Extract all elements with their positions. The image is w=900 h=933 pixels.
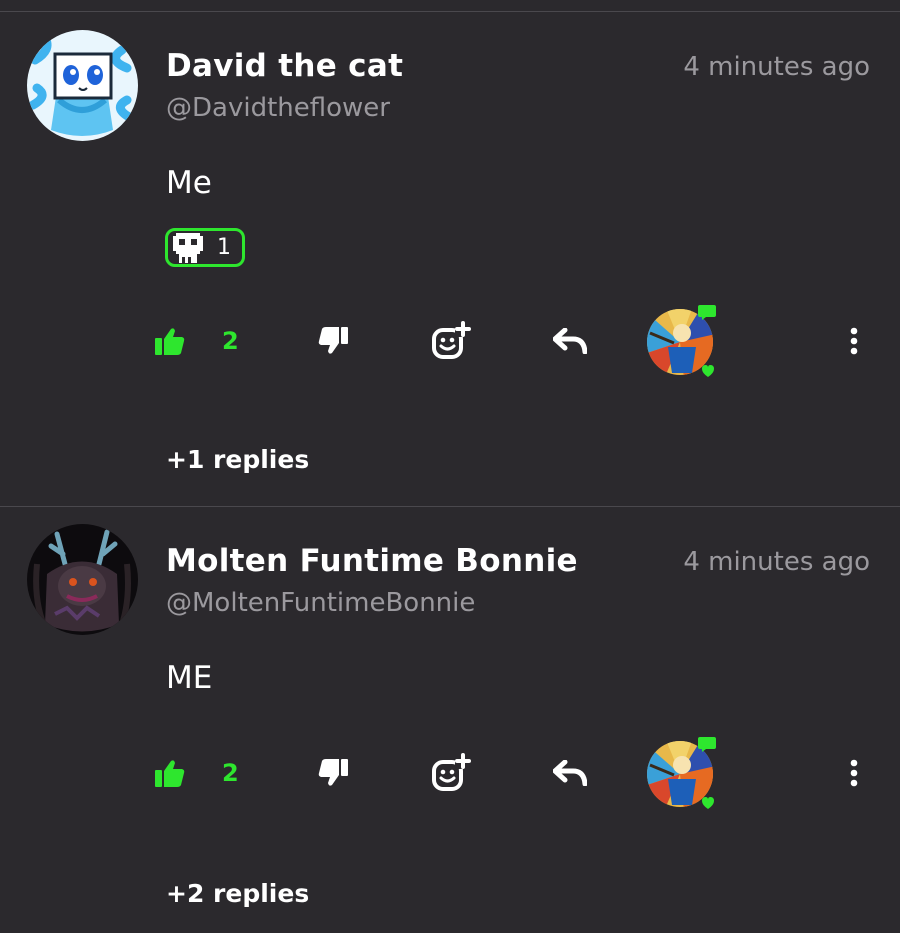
timestamp: 4 minutes ago [683, 547, 870, 577]
username[interactable]: Molten Funtime Bonnie [166, 543, 578, 579]
thumbs-down-icon [318, 327, 348, 354]
skull-icon [173, 232, 203, 263]
comment-text: Me [166, 165, 212, 201]
reply-arrow-icon [553, 328, 587, 354]
comment-item: Molten Funtime Bonnie @MoltenFuntimeBonn… [0, 507, 900, 933]
like-count: 2 [222, 759, 239, 787]
more-options-button[interactable] [838, 306, 870, 376]
animatronic-bunny-avatar-icon [27, 524, 138, 635]
like-button[interactable] [150, 306, 190, 376]
comment-text: ME [166, 660, 213, 696]
reaction-count: 1 [217, 235, 231, 260]
reaction-chip[interactable]: 1 [165, 228, 245, 267]
view-replies-link[interactable]: +2 replies [166, 879, 309, 908]
add-reaction-button[interactable] [428, 738, 474, 808]
user-handle[interactable]: @MoltenFuntimeBonnie [166, 588, 475, 618]
action-row: 2 [0, 305, 900, 377]
colorful-character-avatar-icon [647, 305, 716, 377]
view-replies-link[interactable]: +1 replies [166, 445, 309, 474]
like-count: 2 [222, 327, 239, 355]
avatar[interactable] [27, 30, 138, 141]
add-reaction-icon [432, 321, 471, 359]
username[interactable]: David the cat [166, 48, 403, 84]
reply-button[interactable] [550, 306, 590, 376]
reply-button[interactable] [550, 738, 590, 808]
add-reaction-icon [432, 753, 471, 791]
dislike-button[interactable] [313, 738, 353, 808]
avatar[interactable] [27, 524, 138, 635]
like-button[interactable] [150, 738, 190, 808]
reactor-avatar[interactable] [644, 305, 720, 377]
thumbs-up-icon [155, 328, 185, 355]
more-vertical-icon [850, 327, 858, 355]
thumbs-down-icon [318, 759, 348, 786]
more-vertical-icon [850, 759, 858, 787]
action-row: 2 [0, 737, 900, 809]
add-reaction-button[interactable] [428, 306, 474, 376]
colorful-character-avatar-icon [647, 737, 716, 809]
dislike-button[interactable] [313, 306, 353, 376]
cat-avatar-icon [27, 30, 138, 141]
user-handle[interactable]: @Davidtheflower [166, 93, 390, 123]
thumbs-up-icon [155, 760, 185, 787]
reactor-avatar[interactable] [644, 737, 720, 809]
reply-arrow-icon [553, 760, 587, 786]
comment-item: David the cat @Davidtheflower 4 minutes … [0, 12, 900, 507]
more-options-button[interactable] [838, 738, 870, 808]
timestamp: 4 minutes ago [683, 52, 870, 82]
